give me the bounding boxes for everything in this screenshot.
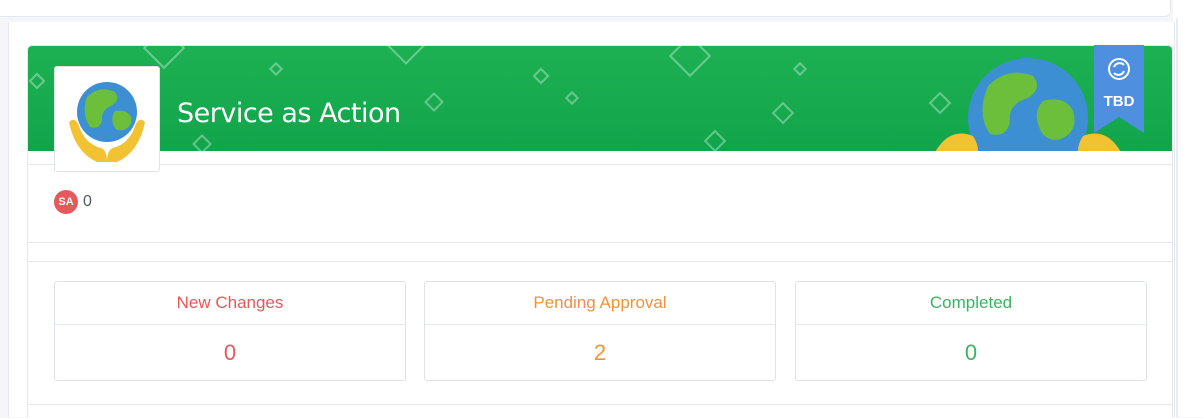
scrollbar-track[interactable] [1176, 18, 1178, 417]
card-title: Service as Action [177, 98, 401, 129]
stat-label: New Changes [55, 282, 405, 325]
top-container-edge [0, 0, 1171, 17]
divider [28, 242, 1172, 243]
stat-completed[interactable]: Completed 0 [795, 281, 1147, 381]
stat-value: 2 [593, 340, 607, 365]
service-logo [54, 66, 160, 172]
sa-count: 0 [83, 193, 92, 210]
stat-label: Completed [796, 282, 1146, 325]
scrollbar[interactable] [1173, 0, 1203, 417]
stat-new-changes[interactable]: New Changes 0 [54, 281, 406, 381]
service-card: Service as Action TBD SA 0 New Changes 0… [27, 45, 1173, 418]
divider [28, 261, 1172, 262]
globe-hands-icon [69, 82, 145, 162]
sa-badge: SA [54, 190, 78, 214]
stat-pending-approval[interactable]: Pending Approval 2 [424, 281, 776, 381]
stat-value: 0 [964, 340, 978, 365]
status-ribbon[interactable]: TBD [1094, 45, 1144, 133]
divider [28, 164, 1172, 165]
ribbon-shape [1094, 45, 1144, 133]
card-banner: Service as Action [28, 46, 1172, 151]
ribbon-label: TBD [1103, 93, 1135, 110]
badge-row: SA 0 [54, 190, 92, 214]
divider [28, 404, 1172, 405]
stat-label: Pending Approval [425, 282, 775, 325]
stat-value: 0 [223, 340, 237, 365]
